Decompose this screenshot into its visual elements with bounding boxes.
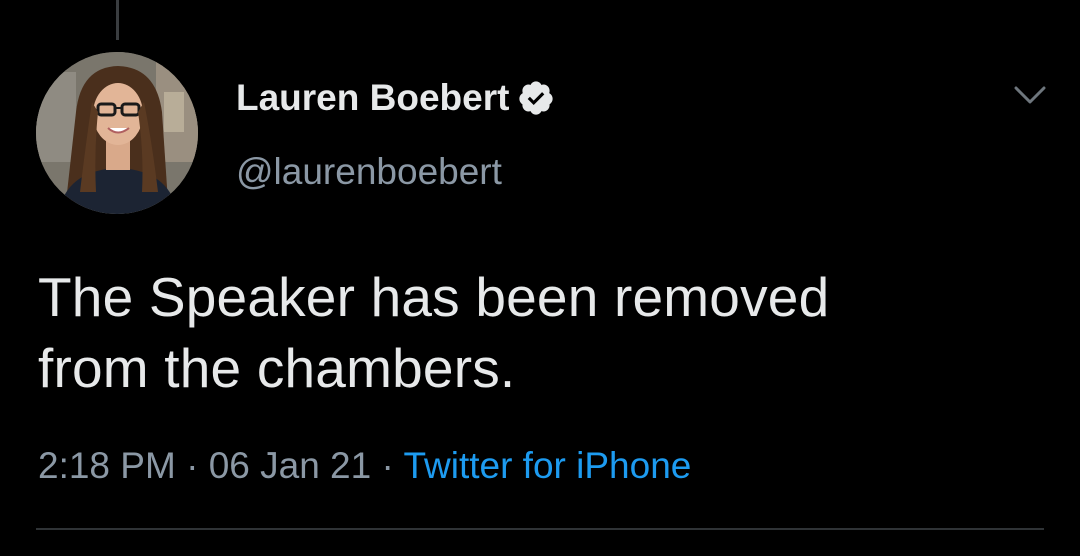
chevron-down-icon[interactable] (1010, 80, 1050, 110)
author-display-name[interactable]: Lauren Boebert (236, 76, 509, 120)
meta-separator: · (175, 445, 209, 486)
verified-badge-icon (517, 79, 555, 117)
author-avatar[interactable] (36, 52, 198, 214)
author-name-row[interactable]: Lauren Boebert (236, 76, 555, 120)
tweet-time[interactable]: 2:18 PM (38, 445, 176, 486)
tweet-text-line-2: from the chambers. (38, 337, 516, 399)
author-handle[interactable]: @laurenboebert (236, 150, 502, 194)
tweet-source-link[interactable]: Twitter for iPhone (403, 445, 691, 486)
tweet-date[interactable]: 06 Jan 21 (209, 445, 372, 486)
divider (36, 528, 1044, 530)
thread-line (116, 0, 119, 40)
tweet-text-line-1: The Speaker has been removed (38, 266, 830, 328)
tweet-meta: 2:18 PM · 06 Jan 21 · Twitter for iPhone (38, 444, 691, 488)
tweet-text: The Speaker has been removed from the ch… (38, 262, 1038, 404)
meta-separator: · (371, 445, 404, 486)
